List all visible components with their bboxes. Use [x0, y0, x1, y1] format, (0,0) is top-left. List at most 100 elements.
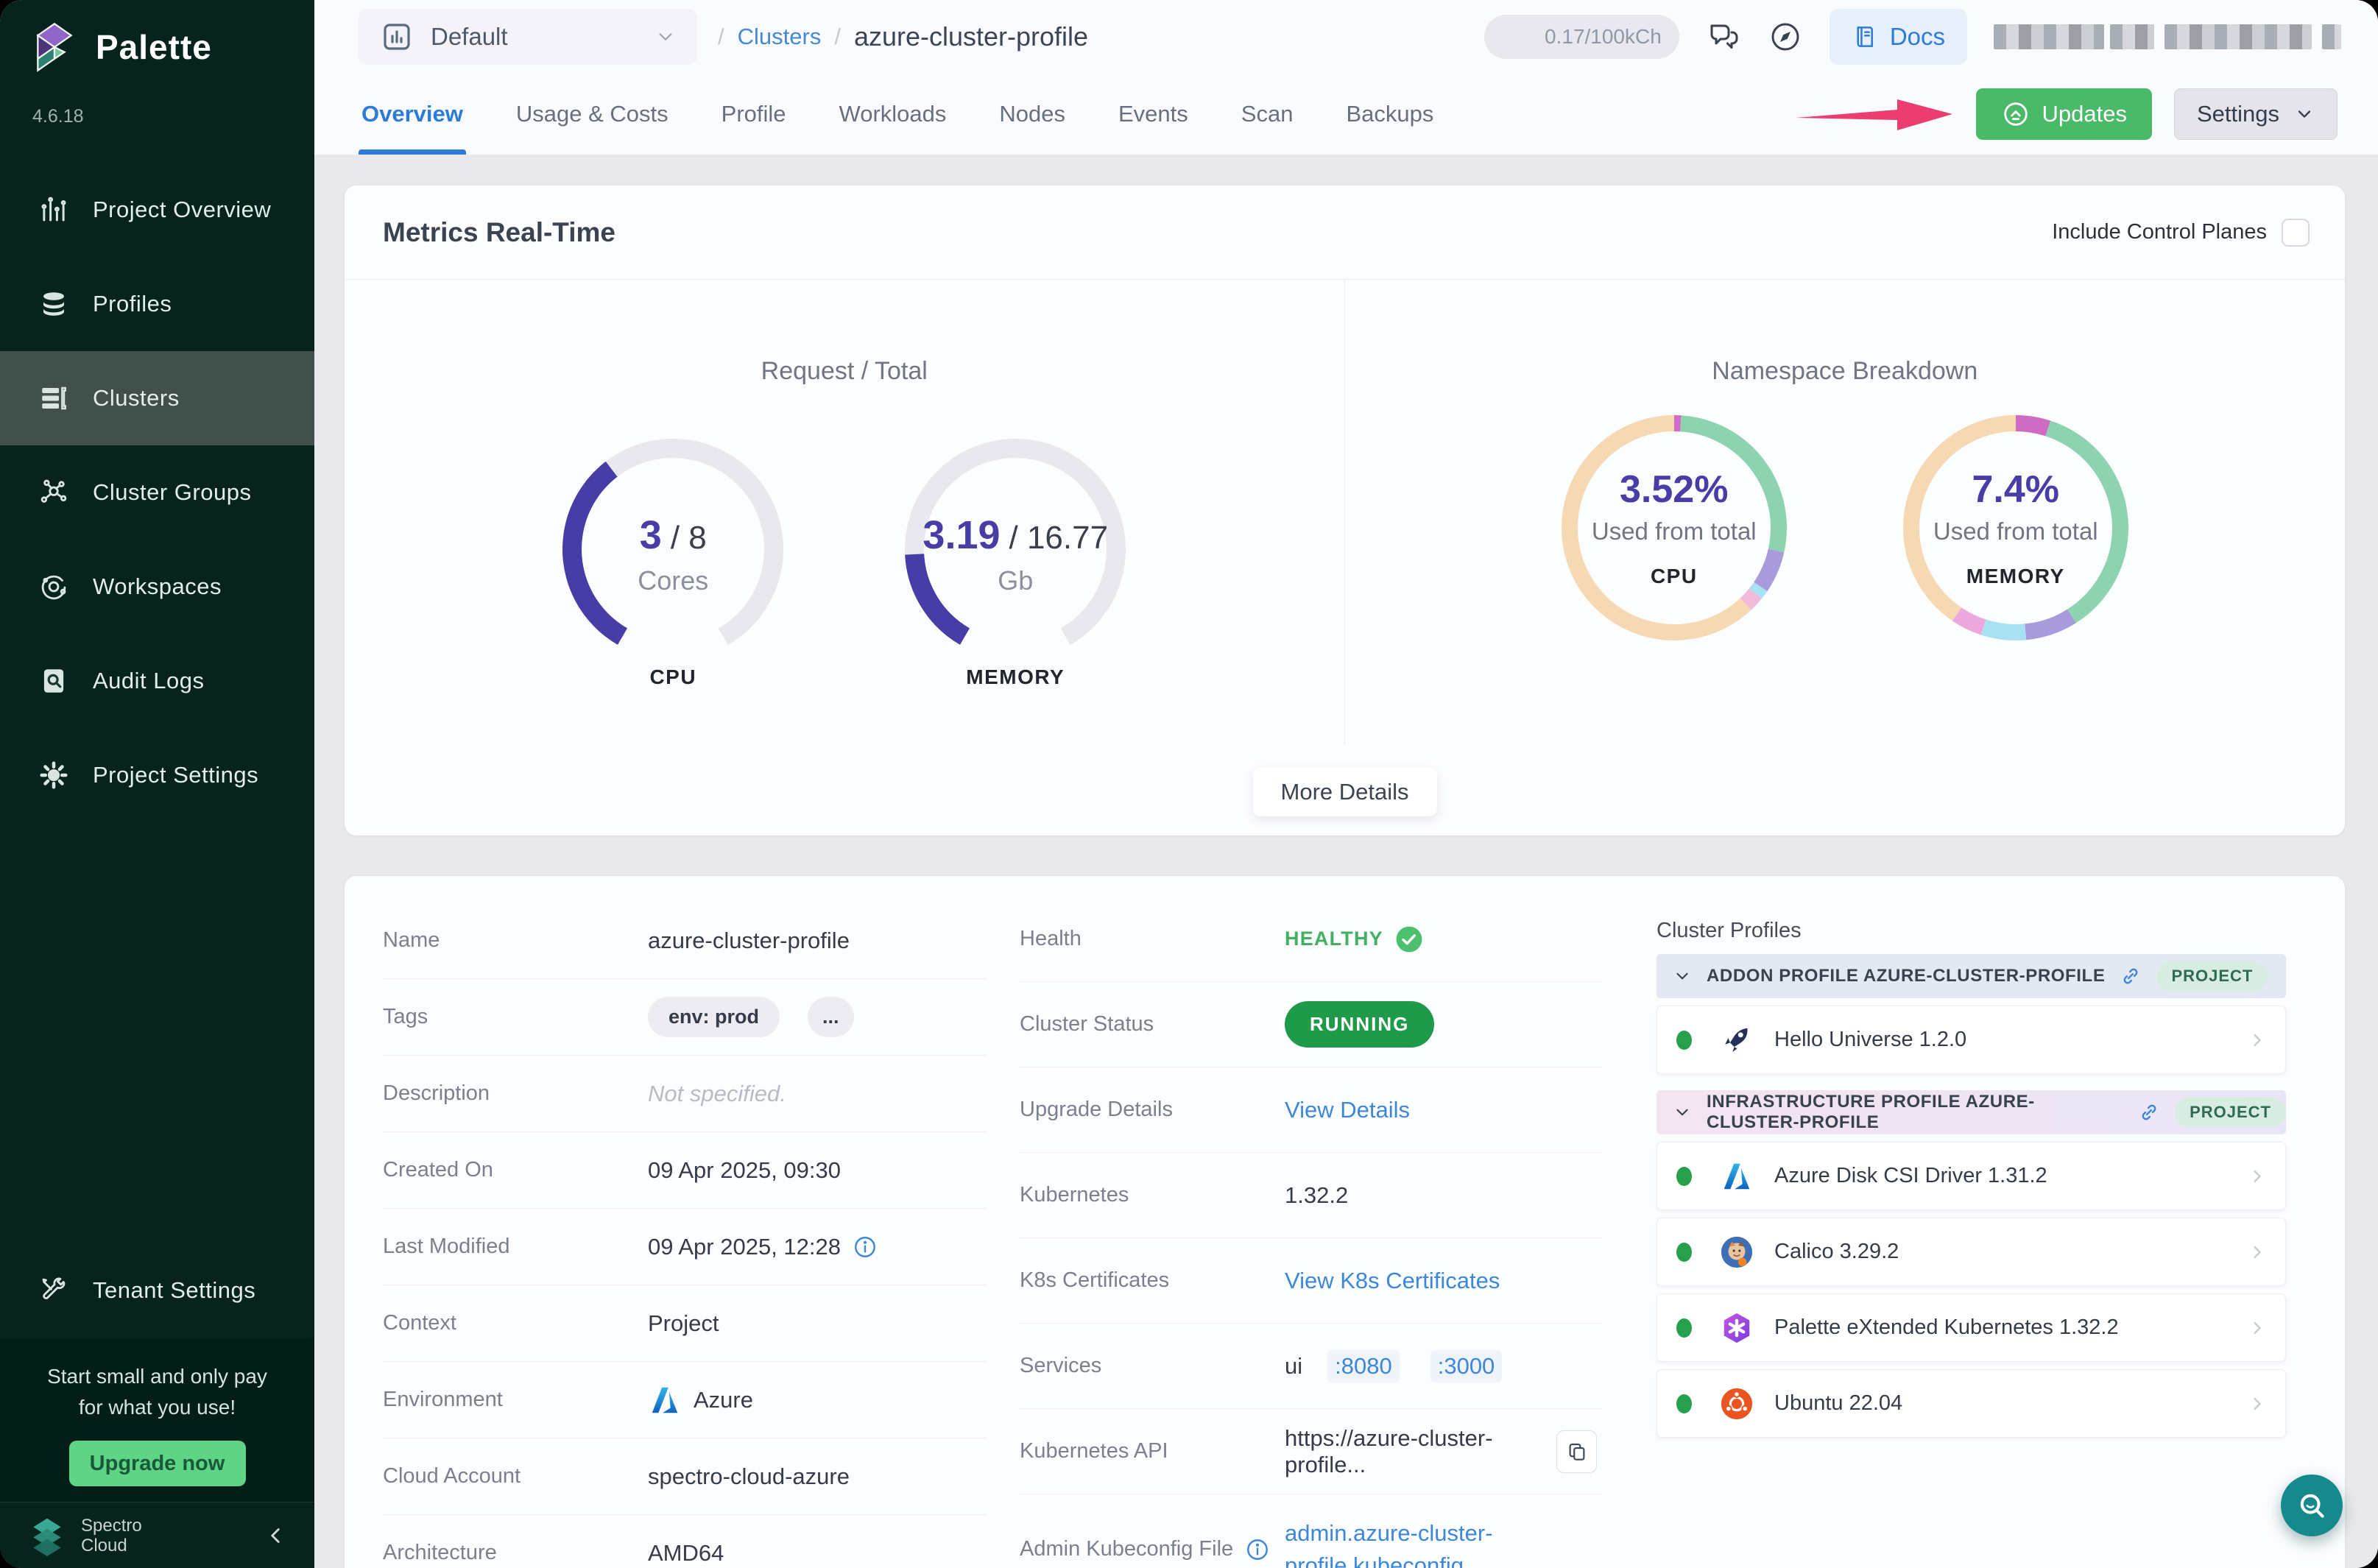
request-total-panel: Request / Total 3/ 8CoresCPU 3.19/ 16.77… — [345, 280, 1345, 745]
detail-row-kubernetes-api: Kubernetes APIhttps://azure-cluster-prof… — [1020, 1409, 1601, 1494]
gauge-label: MEMORY — [905, 665, 1126, 689]
tab-profile[interactable]: Profile — [719, 74, 789, 155]
service-port-link[interactable]: :3000 — [1430, 1350, 1503, 1382]
breadcrumb-slash: / — [834, 24, 841, 50]
details-left-column: Nameazure-cluster-profileTagsenv: prod..… — [383, 876, 987, 1568]
info-icon[interactable] — [1245, 1537, 1270, 1562]
detail-link-view-details[interactable]: View Details — [1285, 1097, 1410, 1123]
profile-pack-palette-extended-kubernetes-1-32-2[interactable]: Palette eXtended Kubernetes 1.32.2 — [1657, 1293, 2286, 1362]
chevron-down-icon — [1673, 967, 1692, 986]
orbit-icon — [38, 571, 69, 602]
donut-label: CPU — [1651, 565, 1698, 588]
tab-overview[interactable]: Overview — [359, 74, 466, 155]
help-search-fab[interactable] — [2281, 1475, 2343, 1536]
detail-label: Name — [383, 928, 648, 953]
sidebar-collapse-button[interactable] — [263, 1523, 288, 1548]
chat-feedback-icon[interactable] — [1706, 19, 1741, 54]
cluster-details-card: Nameazure-cluster-profileTagsenv: prod..… — [345, 876, 2345, 1568]
project-scope-badge: PROJECT — [2175, 1097, 2286, 1128]
detail-link-view-k8s-certificates[interactable]: View K8s Certificates — [1285, 1268, 1500, 1294]
sidebar-item-tenant-settings[interactable]: Tenant Settings — [0, 1243, 314, 1338]
tab-nodes[interactable]: Nodes — [996, 74, 1068, 155]
status-dot — [1676, 1167, 1692, 1186]
tabs: Overview Usage & Costs Profile Workloads Nod… — [359, 74, 1436, 155]
chevron-down-icon — [1673, 1103, 1692, 1122]
redacted-user-info — [1994, 24, 2341, 49]
profile-pack-azure-disk-csi-driver-1-31-2[interactable]: Azure Disk CSI Driver 1.31.2 — [1657, 1142, 2286, 1210]
tab-events[interactable]: Events — [1115, 74, 1191, 155]
profile-pack-calico-3-29-2[interactable]: Calico 3.29.2 — [1657, 1218, 2286, 1286]
link-icon[interactable] — [2120, 965, 2142, 987]
settings-button[interactable]: Settings — [2174, 88, 2338, 140]
tab-backups[interactable]: Backups — [1343, 74, 1436, 155]
sidebar-item-workspaces[interactable]: Workspaces — [0, 540, 314, 634]
sidebar-item-cluster-groups[interactable]: Cluster Groups — [0, 445, 314, 540]
detail-value: 09 Apr 2025, 09:30 — [648, 1157, 841, 1184]
ubuntu-icon — [1720, 1387, 1754, 1421]
updates-button[interactable]: Updates — [1976, 88, 2152, 140]
detail-row-last-modified: Last Modified09 Apr 2025, 12:28 — [383, 1209, 987, 1285]
donut-sublabel: Used from total — [1933, 518, 2098, 545]
profile-section-header-addon-profile-azure-cluster-profile[interactable]: ADDON PROFILE AZURE-CLUSTER-PROFILEPROJE… — [1657, 954, 2286, 998]
more-details-button[interactable]: More Details — [1253, 768, 1437, 816]
docs-button[interactable]: Docs — [1830, 9, 1967, 65]
metrics-title: Metrics Real-Time — [383, 217, 615, 248]
detail-label: Kubernetes — [1020, 1183, 1285, 1207]
service-port-link[interactable]: :8080 — [1327, 1350, 1400, 1382]
gauge-value: 3 — [640, 512, 662, 558]
detail-label: Upgrade Details — [1020, 1098, 1285, 1122]
copy-button[interactable] — [1556, 1430, 1597, 1473]
sidebar-item-project-settings[interactable]: Project Settings — [0, 728, 314, 822]
chevron-right-icon — [2247, 1166, 2268, 1187]
gauge-total: / 16.77 — [1009, 520, 1109, 557]
detail-value-empty: Not specified. — [648, 1081, 786, 1107]
project-scope-selector[interactable]: Default — [359, 9, 697, 65]
chevron-right-icon — [2247, 1030, 2268, 1050]
link-icon[interactable] — [2138, 1101, 2160, 1123]
sidebar-item-profiles[interactable]: Profiles — [0, 257, 314, 351]
tag-chip: env: prod — [648, 997, 780, 1037]
detail-value: spectro-cloud-azure — [648, 1463, 850, 1490]
profile-section-header-infrastructure-profile-azure-cluster-profile[interactable]: INFRASTRUCTURE PROFILE AZURE-CLUSTER-PRO… — [1657, 1090, 2286, 1134]
detail-label: Architecture — [383, 1541, 648, 1565]
request-total-title: Request / Total — [345, 357, 1344, 386]
gauge-unit: Gb — [998, 565, 1033, 596]
tab-scan[interactable]: Scan — [1238, 74, 1296, 155]
chevron-down-icon — [2294, 104, 2315, 124]
upgrade-now-button[interactable]: Upgrade now — [69, 1441, 246, 1486]
breadcrumb-slash: / — [718, 24, 724, 50]
tab-workloads[interactable]: Workloads — [836, 74, 950, 155]
detail-value: 1.32.2 — [1285, 1182, 1348, 1209]
network-icon — [38, 477, 69, 508]
detail-row-kubernetes: Kubernetes1.32.2 — [1020, 1153, 1601, 1238]
rocket-icon — [1720, 1023, 1754, 1057]
bar-chart-icon — [379, 19, 414, 54]
profile-pack-ubuntu-22-04[interactable]: Ubuntu 22.04 — [1657, 1369, 2286, 1438]
detail-value: AMD64 — [648, 1540, 724, 1567]
health-status-text: HEALTHY — [1285, 928, 1383, 950]
info-icon[interactable] — [853, 1235, 878, 1260]
detail-label: Description — [383, 1081, 648, 1106]
sidebar-item-audit-logs[interactable]: Audit Logs — [0, 634, 314, 728]
detail-value: Project — [648, 1310, 719, 1337]
chevron-down-icon — [655, 26, 677, 48]
detail-row-cloud-account: Cloud Accountspectro-cloud-azure — [383, 1438, 987, 1515]
gauge-memory: 3.19/ 16.77GbMEMORY — [905, 439, 1126, 689]
compass-icon[interactable] — [1768, 19, 1803, 54]
chevron-right-icon — [2247, 1242, 2268, 1262]
sidebar-item-clusters[interactable]: Clusters — [0, 351, 314, 445]
tags-more-chip[interactable]: ... — [808, 997, 854, 1037]
detail-label: Context — [383, 1311, 648, 1335]
kubernetes-api-url: https://azure-cluster-profile... — [1285, 1425, 1556, 1478]
updates-label: Updates — [2042, 101, 2127, 127]
profile-pack-hello-universe-1-2-0[interactable]: Hello Universe 1.2.0 — [1657, 1006, 2286, 1074]
tab-usage-costs[interactable]: Usage & Costs — [513, 74, 671, 155]
top-header: Default / Clusters / azure-cluster-profi… — [314, 0, 2378, 74]
kubeconfig-file-link[interactable]: admin.azure-cluster-profile.kubeconfig — [1285, 1517, 1493, 1568]
detail-label: Last Modified — [383, 1235, 648, 1259]
breadcrumb-clusters-link[interactable]: Clusters — [738, 24, 822, 50]
sidebar-item-project-overview[interactable]: Project Overview — [0, 163, 314, 257]
app-version: 4.6.18 — [32, 106, 314, 127]
detail-value: 09 Apr 2025, 12:28 — [648, 1234, 841, 1260]
include-control-planes-checkbox[interactable] — [2282, 219, 2310, 247]
